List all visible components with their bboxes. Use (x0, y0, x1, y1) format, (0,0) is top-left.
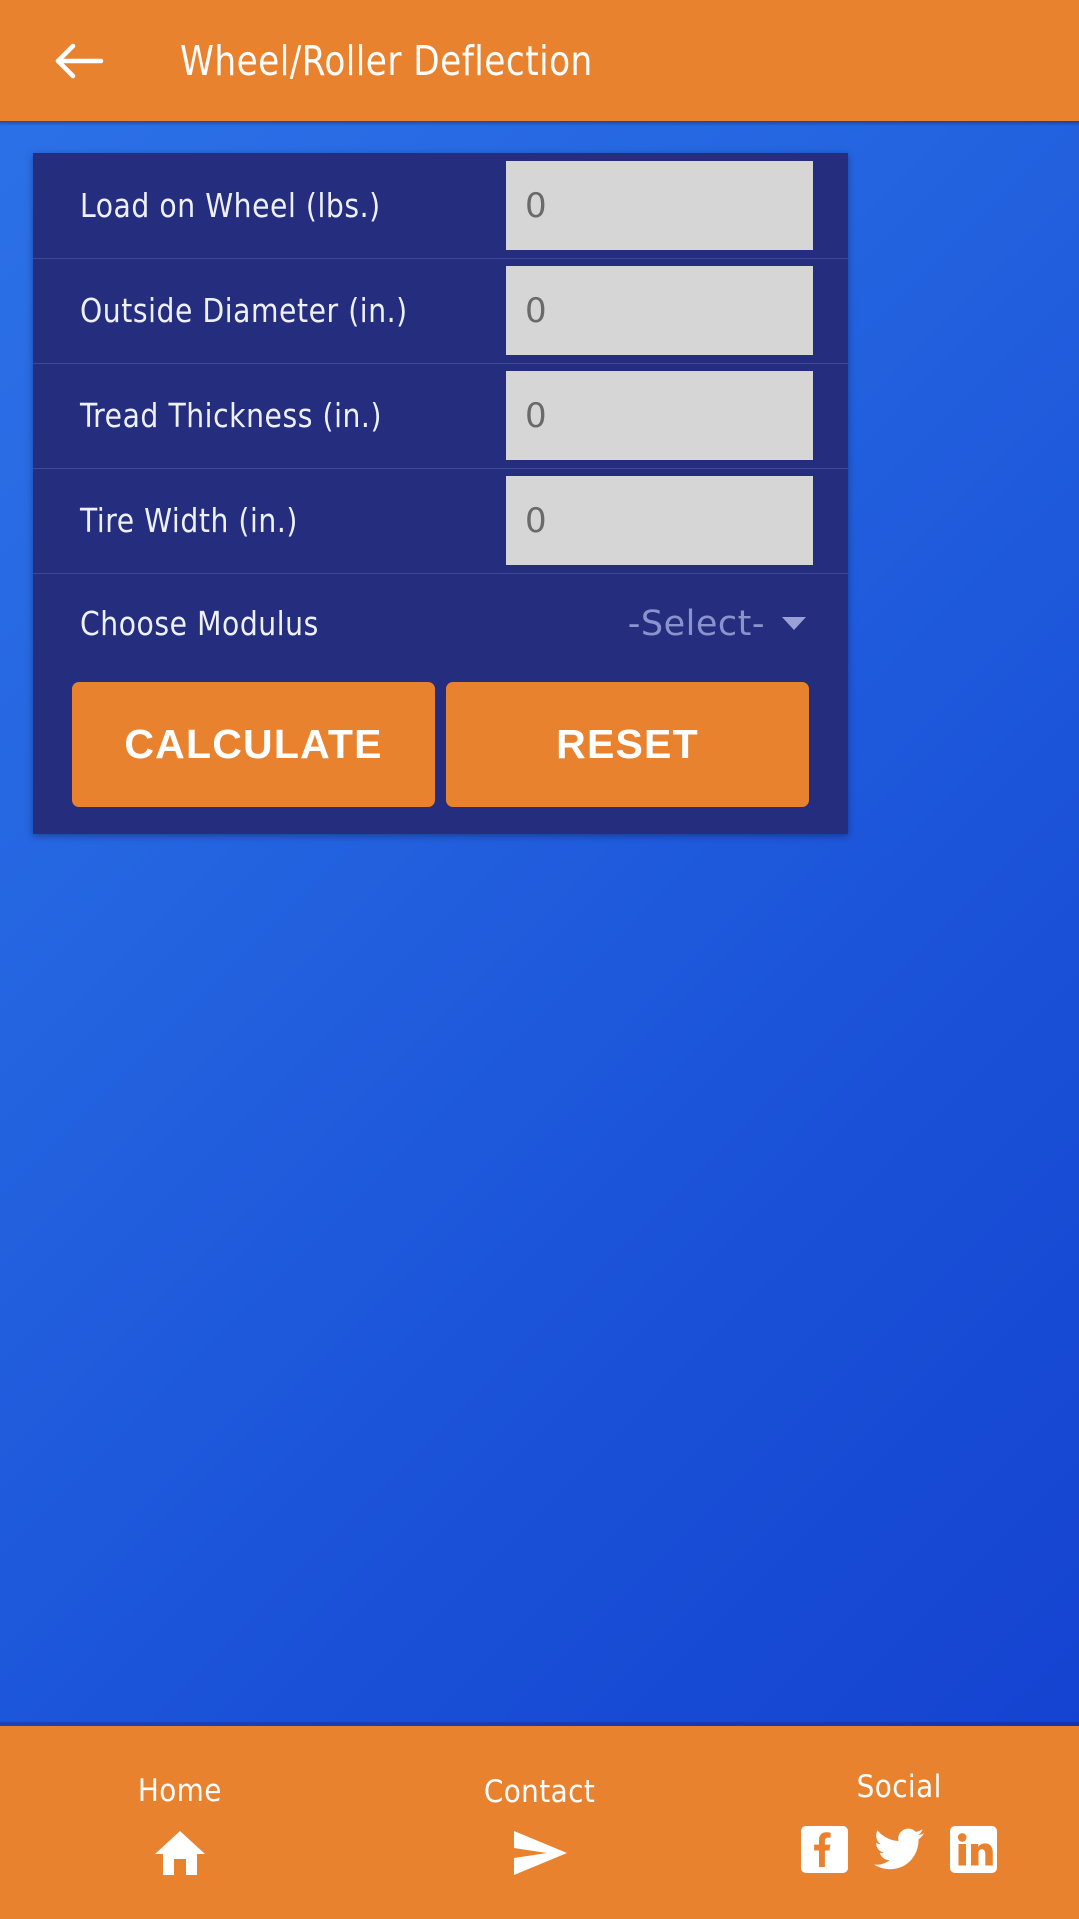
home-icon (153, 1828, 207, 1878)
field-wrap-outside-diameter (506, 266, 813, 355)
arrow-left-icon (55, 43, 105, 79)
back-button[interactable] (48, 29, 112, 93)
modulus-selected-value: -Select- (627, 603, 765, 644)
nav-label-social: Social (856, 1768, 942, 1805)
form-row-tread-thickness: Tread Thickness (in.) (33, 363, 848, 468)
input-tread-thickness[interactable] (506, 371, 813, 460)
field-wrap-tire-width (506, 476, 813, 565)
label-tire-width: Tire Width (in.) (80, 501, 298, 540)
main-content: Load on Wheel (lbs.) Outside Diameter (i… (0, 126, 1079, 1726)
nav-item-social: Social (719, 1726, 1079, 1919)
bottom-navigation: Home Contact Social (0, 1722, 1079, 1919)
label-outside-diameter: Outside Diameter (in.) (80, 291, 408, 330)
twitter-icon[interactable] (873, 1827, 925, 1876)
form-row-choose-modulus: Choose Modulus -Select- (33, 573, 848, 674)
linkedin-icon[interactable] (950, 1825, 998, 1877)
nav-item-home[interactable]: Home (0, 1726, 360, 1919)
label-choose-modulus: Choose Modulus (80, 604, 319, 643)
calculate-button[interactable]: CALCULATE (72, 682, 435, 807)
social-icon-group (801, 1825, 998, 1877)
field-wrap-tread-thickness (506, 371, 813, 460)
chevron-down-icon (782, 617, 806, 630)
calculator-card: Load on Wheel (lbs.) Outside Diameter (i… (33, 153, 848, 834)
facebook-icon[interactable] (801, 1825, 849, 1877)
nav-label-home: Home (137, 1773, 222, 1809)
modulus-dropdown[interactable]: -Select- (628, 604, 806, 644)
label-tread-thickness: Tread Thickness (in.) (80, 396, 383, 435)
field-wrap-load-on-wheel (506, 161, 813, 250)
nav-item-contact[interactable]: Contact (360, 1726, 720, 1919)
form-row-load-on-wheel: Load on Wheel (lbs.) (33, 153, 848, 258)
label-load-on-wheel: Load on Wheel (lbs.) (80, 186, 381, 225)
input-tire-width[interactable] (506, 476, 813, 565)
form-row-tire-width: Tire Width (in.) (33, 468, 848, 573)
reset-button[interactable]: RESET (446, 682, 809, 807)
input-outside-diameter[interactable] (506, 266, 813, 355)
send-icon (511, 1829, 569, 1877)
header-shadow (0, 121, 1079, 126)
input-load-on-wheel[interactable] (506, 161, 813, 250)
page-title: Wheel/Roller Deflection (180, 36, 593, 85)
nav-label-contact: Contact (483, 1774, 596, 1810)
action-button-row: CALCULATE RESET (33, 674, 848, 834)
form-row-outside-diameter: Outside Diameter (in.) (33, 258, 848, 363)
app-header: Wheel/Roller Deflection (0, 0, 1079, 121)
